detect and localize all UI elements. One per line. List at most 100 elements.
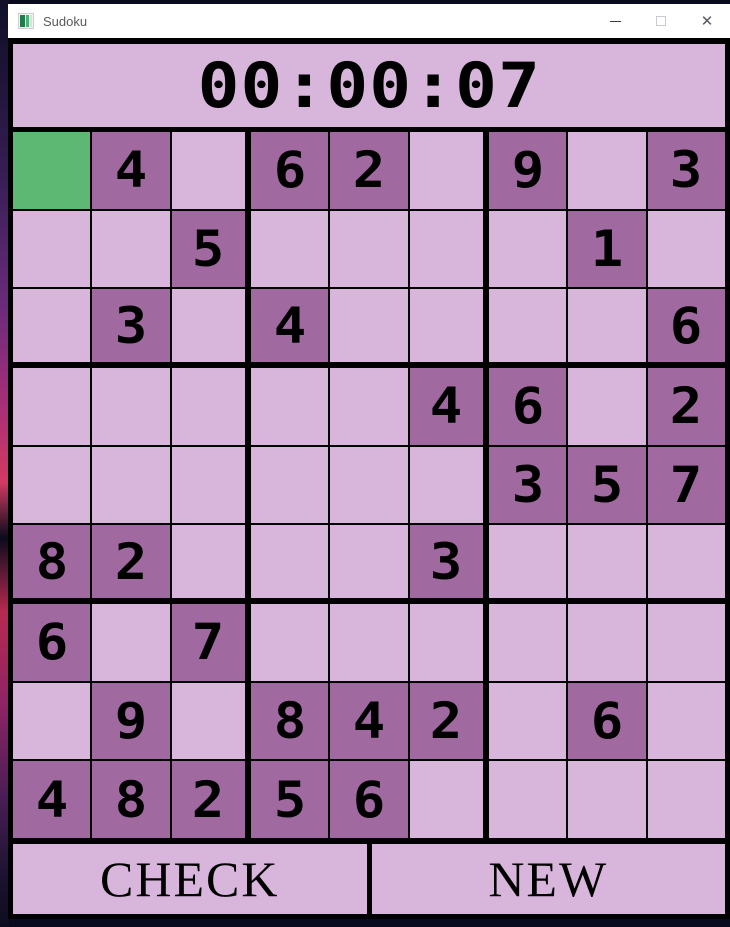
new-button[interactable]: NEW bbox=[371, 844, 725, 914]
cell-digit: 8 bbox=[114, 770, 148, 829]
sudoku-cell[interactable] bbox=[251, 367, 329, 445]
sudoku-cell[interactable] bbox=[647, 525, 725, 598]
sudoku-cell[interactable] bbox=[251, 446, 329, 524]
sudoku-cell[interactable]: 2 bbox=[330, 132, 408, 209]
sudoku-cell[interactable] bbox=[489, 682, 567, 760]
sudoku-cell[interactable] bbox=[647, 682, 725, 760]
sudoku-cell[interactable]: 5 bbox=[171, 210, 245, 288]
sudoku-cell[interactable] bbox=[409, 761, 483, 838]
sudoku-cell[interactable] bbox=[13, 367, 91, 445]
cell-digit: 6 bbox=[273, 141, 306, 200]
sudoku-cell[interactable]: 8 bbox=[251, 682, 329, 760]
sudoku-cell[interactable] bbox=[489, 525, 567, 598]
sudoku-cell[interactable]: 4 bbox=[409, 367, 483, 445]
sudoku-app-icon bbox=[18, 13, 34, 29]
sudoku-cell[interactable] bbox=[568, 367, 646, 445]
sudoku-cell[interactable] bbox=[489, 761, 567, 838]
sudoku-cell[interactable] bbox=[568, 603, 646, 681]
sudoku-grid[interactable]: 4629351346462357823679842648256 bbox=[13, 132, 725, 838]
close-button[interactable]: ✕ bbox=[684, 4, 730, 38]
sudoku-cell[interactable] bbox=[647, 761, 725, 838]
sudoku-cell[interactable]: 3 bbox=[409, 525, 483, 598]
cell-digit: 4 bbox=[114, 141, 148, 200]
sudoku-cell[interactable] bbox=[13, 682, 91, 760]
sudoku-cell[interactable]: 3 bbox=[92, 289, 170, 362]
sudoku-cell[interactable] bbox=[330, 289, 408, 362]
sudoku-cell[interactable] bbox=[568, 525, 646, 598]
sudoku-cell[interactable]: 5 bbox=[251, 761, 329, 838]
sudoku-cell[interactable]: 9 bbox=[92, 682, 170, 760]
sudoku-cell[interactable]: 2 bbox=[647, 367, 725, 445]
sudoku-cell[interactable] bbox=[330, 210, 408, 288]
sudoku-cell[interactable]: 4 bbox=[13, 761, 91, 838]
sudoku-cell[interactable]: 7 bbox=[647, 446, 725, 524]
sudoku-cell[interactable] bbox=[171, 446, 245, 524]
sudoku-cell[interactable] bbox=[409, 210, 483, 288]
sudoku-cell[interactable]: 7 bbox=[171, 603, 245, 681]
sudoku-cell[interactable]: 6 bbox=[489, 367, 567, 445]
sudoku-cell[interactable]: 8 bbox=[13, 525, 91, 598]
sudoku-cell[interactable] bbox=[92, 367, 170, 445]
sudoku-window: Sudoku ✕ 00:00:07 4629351346462357823679… bbox=[8, 4, 730, 919]
sudoku-cell[interactable]: 6 bbox=[330, 761, 408, 838]
sudoku-cell[interactable] bbox=[647, 603, 725, 681]
sudoku-cell[interactable]: 6 bbox=[568, 682, 646, 760]
sudoku-cell[interactable] bbox=[409, 446, 483, 524]
sudoku-cell[interactable] bbox=[13, 210, 91, 288]
timer-panel: 00:00:07 bbox=[13, 44, 725, 127]
sudoku-cell[interactable]: 6 bbox=[13, 603, 91, 681]
button-bar: CHECK NEW bbox=[13, 844, 725, 914]
sudoku-cell[interactable] bbox=[330, 525, 408, 598]
sudoku-cell[interactable] bbox=[171, 289, 245, 362]
sudoku-cell[interactable]: 6 bbox=[647, 289, 725, 362]
cell-digit: 1 bbox=[590, 219, 624, 278]
sudoku-cell[interactable] bbox=[92, 210, 170, 288]
sudoku-cell[interactable]: 8 bbox=[92, 761, 170, 838]
sudoku-cell[interactable] bbox=[489, 210, 567, 288]
sudoku-cell[interactable] bbox=[568, 132, 646, 209]
check-button[interactable]: CHECK bbox=[13, 844, 367, 914]
sudoku-cell[interactable]: 4 bbox=[92, 132, 170, 209]
sudoku-cell[interactable] bbox=[568, 761, 646, 838]
sudoku-cell[interactable] bbox=[409, 603, 483, 681]
sudoku-cell[interactable]: 3 bbox=[489, 446, 567, 524]
cell-digit: 3 bbox=[670, 141, 703, 200]
sudoku-cell[interactable] bbox=[171, 132, 245, 209]
sudoku-cell[interactable] bbox=[251, 603, 329, 681]
sudoku-cell[interactable]: 6 bbox=[251, 132, 329, 209]
sudoku-cell[interactable]: 2 bbox=[409, 682, 483, 760]
sudoku-cell[interactable]: 4 bbox=[330, 682, 408, 760]
sudoku-cell[interactable]: 2 bbox=[92, 525, 170, 598]
sudoku-cell[interactable] bbox=[171, 525, 245, 598]
minimize-button[interactable] bbox=[592, 4, 638, 38]
sudoku-cell[interactable]: 9 bbox=[489, 132, 567, 209]
sudoku-cell[interactable]: 2 bbox=[171, 761, 245, 838]
maximize-button[interactable] bbox=[638, 4, 684, 38]
sudoku-cell[interactable] bbox=[409, 289, 483, 362]
sudoku-cell[interactable] bbox=[171, 682, 245, 760]
sudoku-cell[interactable]: 3 bbox=[647, 132, 725, 209]
sudoku-cell[interactable] bbox=[489, 289, 567, 362]
sudoku-cell[interactable] bbox=[330, 446, 408, 524]
sudoku-cell[interactable]: 4 bbox=[251, 289, 329, 362]
cell-digit: 6 bbox=[590, 691, 624, 750]
sudoku-cell[interactable] bbox=[92, 446, 170, 524]
sudoku-cell[interactable] bbox=[171, 367, 245, 445]
sudoku-cell[interactable] bbox=[330, 367, 408, 445]
sudoku-cell[interactable] bbox=[13, 446, 91, 524]
sudoku-cell[interactable] bbox=[647, 210, 725, 288]
sudoku-cell[interactable] bbox=[330, 603, 408, 681]
cell-digit: 5 bbox=[192, 219, 225, 278]
sudoku-cell[interactable] bbox=[251, 525, 329, 598]
cell-digit: 4 bbox=[273, 296, 306, 355]
sudoku-cell[interactable] bbox=[13, 289, 91, 362]
sudoku-cell[interactable] bbox=[489, 603, 567, 681]
sudoku-cell[interactable] bbox=[13, 132, 91, 209]
sudoku-cell[interactable] bbox=[251, 210, 329, 288]
sudoku-cell[interactable] bbox=[568, 289, 646, 362]
sudoku-cell[interactable]: 1 bbox=[568, 210, 646, 288]
sudoku-cell[interactable] bbox=[92, 603, 170, 681]
sudoku-cell[interactable] bbox=[409, 132, 483, 209]
sudoku-cell[interactable]: 5 bbox=[568, 446, 646, 524]
window-title-bar[interactable]: Sudoku ✕ bbox=[8, 4, 730, 38]
